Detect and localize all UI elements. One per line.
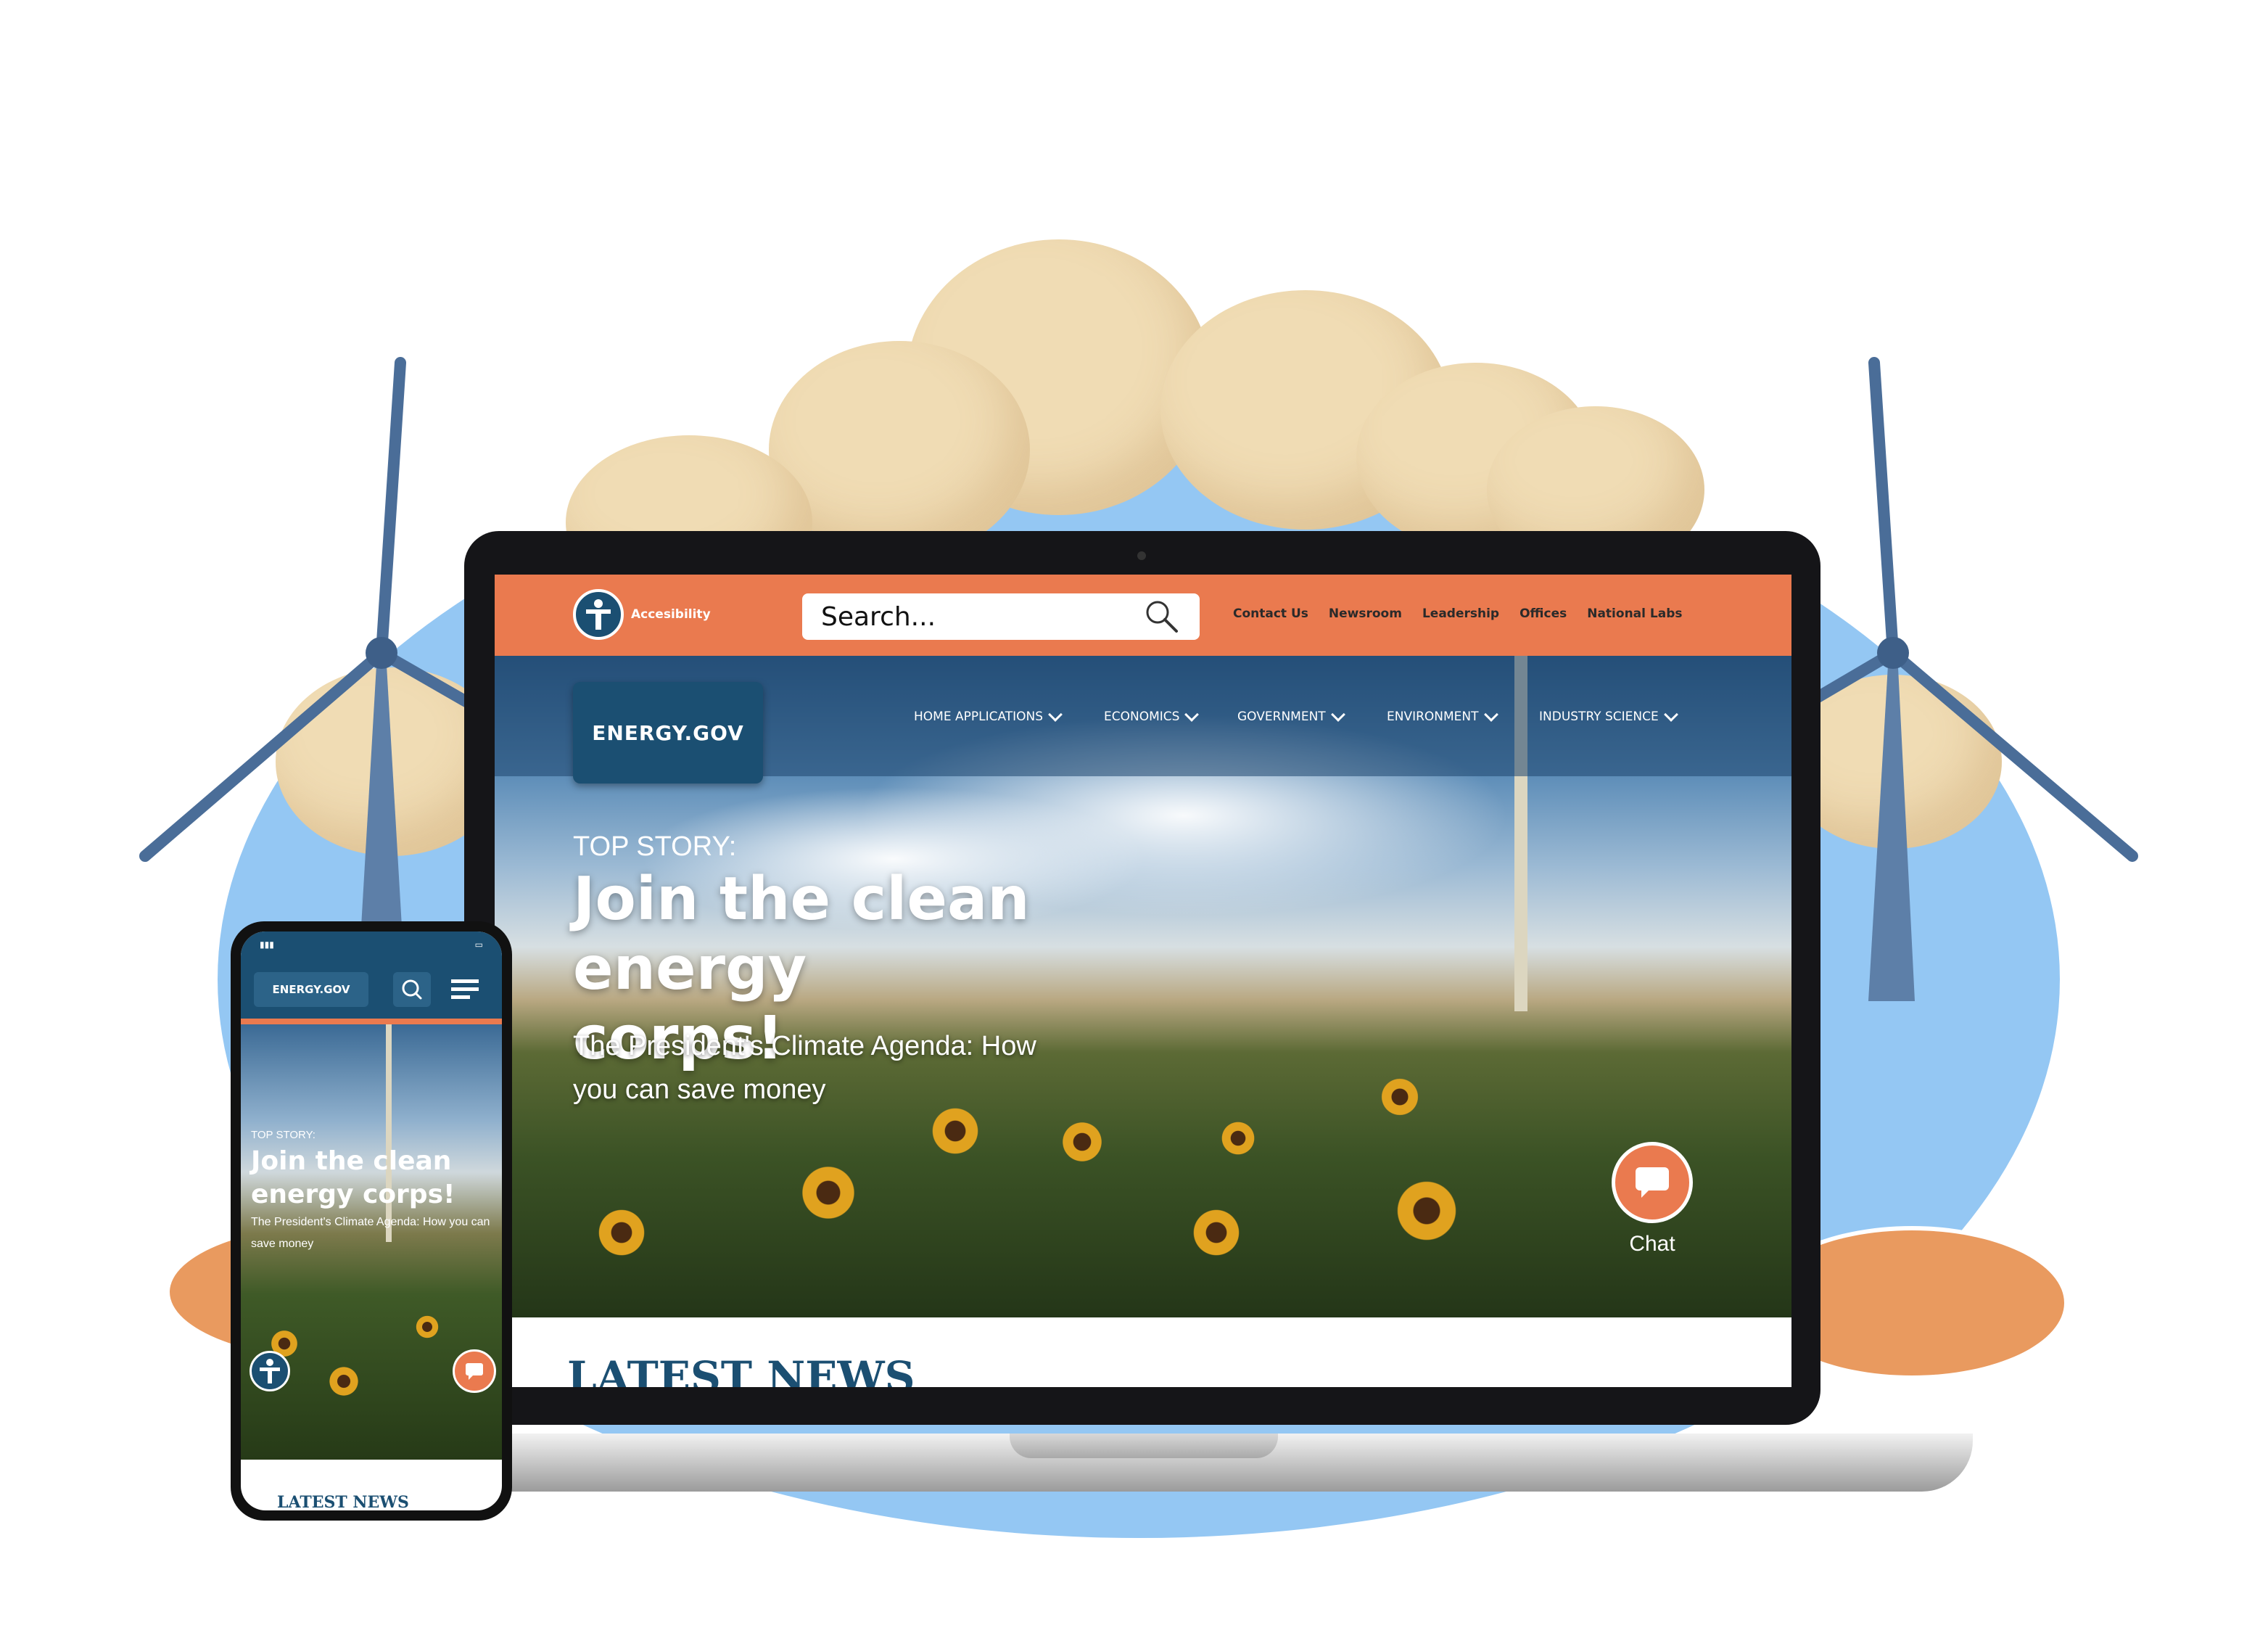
laptop-camera [1137,551,1146,560]
chevron-down-icon [1184,707,1200,722]
battery-icon: ▭ [474,939,483,950]
sunflower [1380,1077,1420,1117]
accessibility-label: Accesibility [631,607,711,622]
link-leadership[interactable]: Leadership [1422,606,1499,621]
link-offices[interactable]: Offices [1519,606,1567,621]
mobile-hero-title[interactable]: Join the clean energy corps! [251,1145,483,1212]
hero-kicker: TOP STORY: [573,831,737,862]
nav-economics[interactable]: ECONOMICS [1104,702,1200,731]
link-national-labs[interactable]: National Labs [1587,606,1682,621]
latest-news-section: LATEST NEWS [495,1317,1791,1387]
mobile-search-button[interactable] [393,972,431,1007]
laptop-notch [1010,1434,1278,1458]
nav-industry-science[interactable]: INDUSTRY SCIENCE [1539,702,1678,731]
mobile-website: ▮▮▮ ▭ ENERGY.GOV TOP STORY: Join the cle… [241,931,502,1510]
link-contact-us[interactable]: Contact Us [1233,606,1308,621]
sunflower [1191,1207,1242,1258]
nav-label: GOVERNMENT [1237,710,1326,724]
chevron-down-icon [1048,707,1063,722]
sunflower [415,1315,440,1339]
wind-turbine-right-icon [1770,357,2138,1001]
chat-bubble-icon [1636,1167,1669,1198]
chat-label: Chat [1629,1232,1675,1256]
nav-home-applications[interactable]: HOME APPLICATIONS [914,702,1063,731]
accessibility-icon [573,589,624,640]
phone-status-bar: ▮▮▮ ▭ [241,931,502,958]
search-input[interactable]: Search... [821,602,1143,632]
site-logo[interactable]: ENERGY.GOV [573,682,763,784]
chevron-down-icon [1663,707,1678,722]
sunflower [930,1106,981,1156]
desktop-website: Accesibility Search... Contact Us Newsro… [495,575,1791,1387]
search-icon [402,979,422,1000]
mobile-hero-kicker: TOP STORY: [251,1129,316,1141]
sunflower [328,1365,360,1397]
mobile-header: ENERGY.GOV [241,958,502,1024]
nav-environment[interactable]: ENVIRONMENT [1387,702,1498,731]
signal-icon: ▮▮▮ [260,939,274,950]
mobile-latest-news-heading: LATEST NEWS [277,1493,409,1510]
chat-bubble-icon [466,1363,483,1380]
latest-news-heading: LATEST NEWS [567,1352,915,1387]
accessibility-link[interactable]: Accesibility [573,589,711,640]
nav-label: HOME APPLICATIONS [914,710,1044,724]
sunflower [1060,1120,1104,1164]
top-links: Contact Us Newsroom Leadership Offices N… [1233,606,1682,621]
accessibility-icon[interactable] [250,1351,290,1391]
chevron-down-icon [1483,707,1498,722]
chat-button[interactable] [1612,1142,1693,1223]
hamburger-menu-icon[interactable] [447,974,483,1005]
sunflower [799,1164,857,1222]
nav-label: ECONOMICS [1104,710,1180,724]
chevron-down-icon [1330,707,1345,722]
link-newsroom[interactable]: Newsroom [1329,606,1402,621]
sunflower [1394,1178,1459,1243]
hero-subtitle[interactable]: The President's Climate Agenda: How you … [573,1024,1081,1111]
sunflower [596,1207,647,1258]
nav-label: ENVIRONMENT [1387,710,1479,724]
search-icon[interactable] [1143,598,1181,636]
search-box[interactable]: Search... [802,593,1200,640]
wind-turbine-left-icon [139,357,508,1001]
utility-bar: Accesibility Search... Contact Us Newsro… [495,575,1791,656]
nav-government[interactable]: GOVERNMENT [1237,702,1345,731]
mobile-logo[interactable]: ENERGY.GOV [254,972,368,1007]
nav-label: INDUSTRY SCIENCE [1539,710,1659,724]
mobile-hero-subtitle[interactable]: The President's Climate Agenda: How you … [251,1212,490,1255]
sunflower [1220,1120,1256,1156]
chat-button[interactable] [453,1349,496,1393]
